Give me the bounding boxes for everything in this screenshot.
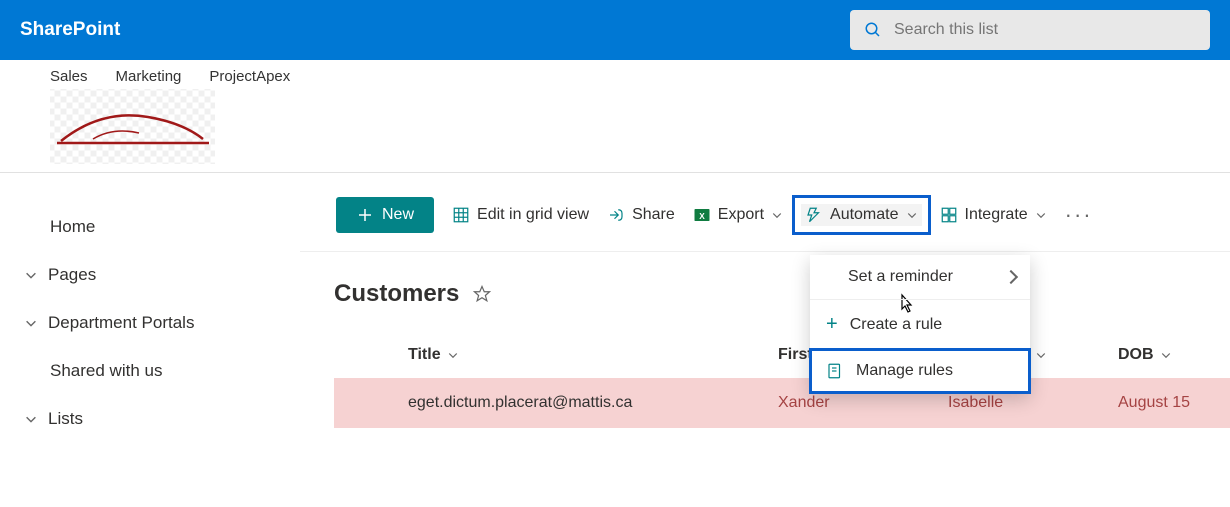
chevron-down-icon bbox=[1035, 209, 1047, 221]
grid-icon bbox=[452, 206, 470, 224]
breadcrumb-projectapex[interactable]: ProjectApex bbox=[209, 68, 290, 85]
search-input[interactable] bbox=[894, 21, 1196, 39]
chevron-down-icon bbox=[906, 209, 918, 221]
integrate-button[interactable]: Integrate bbox=[940, 206, 1047, 224]
page-title-row: Customers bbox=[300, 252, 1230, 338]
sidebar-item-shared-with-us[interactable]: Shared with us bbox=[20, 347, 280, 395]
page-title: Customers bbox=[334, 280, 459, 308]
column-label: Title bbox=[408, 346, 441, 364]
breadcrumb-sales[interactable]: Sales bbox=[50, 68, 88, 85]
suite-header: SharePoint bbox=[0, 0, 1230, 60]
chevron-down-icon bbox=[1160, 349, 1172, 361]
chevron-down-icon bbox=[24, 268, 38, 282]
svg-text:X: X bbox=[699, 212, 705, 221]
brand-logo[interactable]: SharePoint bbox=[20, 19, 120, 41]
plus-icon bbox=[356, 206, 374, 224]
main-pane: New Edit in grid view Share X Export Aut… bbox=[300, 173, 1230, 463]
share-icon bbox=[607, 206, 625, 224]
site-header: Sales Marketing ProjectApex bbox=[0, 60, 1230, 173]
chevron-down-icon bbox=[24, 316, 38, 330]
content-area: Home Pages Department Portals Shared wit… bbox=[0, 173, 1230, 463]
automate-button[interactable]: Automate bbox=[801, 204, 921, 226]
dd-label: Set a reminder bbox=[848, 268, 953, 286]
nav-label: Pages bbox=[48, 265, 96, 285]
chevron-down-icon bbox=[447, 349, 459, 361]
column-label: DOB bbox=[1118, 346, 1154, 364]
new-button[interactable]: New bbox=[336, 197, 434, 233]
edit-grid-button[interactable]: Edit in grid view bbox=[452, 206, 589, 224]
sidebar-item-lists[interactable]: Lists bbox=[20, 395, 280, 443]
nav-label: Shared with us bbox=[50, 361, 162, 381]
integrate-label: Integrate bbox=[965, 206, 1028, 224]
new-label: New bbox=[382, 206, 414, 224]
automate-icon bbox=[805, 206, 823, 224]
cell-title: eget.dictum.placerat@mattis.ca bbox=[408, 394, 778, 412]
column-dob[interactable]: DOB bbox=[1118, 346, 1208, 364]
breadcrumb: Sales Marketing ProjectApex bbox=[50, 68, 1210, 85]
chevron-down-icon bbox=[771, 209, 783, 221]
car-logo-icon bbox=[53, 97, 213, 157]
dd-label: Create a rule bbox=[850, 316, 943, 334]
sidebar-item-home[interactable]: Home bbox=[20, 203, 280, 251]
edit-grid-label: Edit in grid view bbox=[477, 206, 589, 224]
dropdown-create-rule[interactable]: + Create a rule bbox=[810, 299, 1030, 349]
excel-icon: X bbox=[693, 206, 711, 224]
breadcrumb-marketing[interactable]: Marketing bbox=[116, 68, 182, 85]
favorite-star-icon[interactable] bbox=[473, 285, 491, 303]
nav-label: Lists bbox=[48, 409, 83, 429]
search-icon bbox=[864, 21, 882, 39]
automate-dropdown: Set a reminder + Create a rule Manage ru… bbox=[810, 255, 1030, 393]
dropdown-manage-rules[interactable]: Manage rules bbox=[810, 349, 1030, 393]
cell-last-name: Isabelle bbox=[948, 394, 1118, 412]
search-box[interactable] bbox=[850, 10, 1210, 50]
more-actions-button[interactable]: ··· bbox=[1065, 202, 1093, 228]
automate-label: Automate bbox=[830, 206, 898, 224]
cell-dob: August 15 bbox=[1118, 394, 1190, 412]
export-button[interactable]: X Export bbox=[693, 206, 783, 224]
column-headers: Title First Name Last Name DOB bbox=[334, 338, 1230, 378]
dropdown-set-reminder[interactable]: Set a reminder bbox=[810, 255, 1030, 299]
cell-first-name: Xander bbox=[778, 394, 948, 412]
sidebar-nav: Home Pages Department Portals Shared wit… bbox=[0, 173, 300, 463]
command-bar: New Edit in grid view Share X Export Aut… bbox=[300, 173, 1230, 252]
site-logo[interactable] bbox=[50, 89, 215, 164]
column-title[interactable]: Title bbox=[408, 346, 778, 364]
customers-table: Title First Name Last Name DOB eget.dict… bbox=[300, 338, 1230, 428]
sidebar-item-department-portals[interactable]: Department Portals bbox=[20, 299, 280, 347]
nav-label: Home bbox=[50, 217, 95, 237]
nav-label: Department Portals bbox=[48, 313, 194, 333]
sidebar-item-pages[interactable]: Pages bbox=[20, 251, 280, 299]
share-label: Share bbox=[632, 206, 675, 224]
rules-icon bbox=[826, 362, 844, 380]
chevron-down-icon bbox=[24, 412, 38, 426]
integrate-icon bbox=[940, 206, 958, 224]
chevron-down-icon bbox=[1035, 349, 1047, 361]
table-row[interactable]: eget.dictum.placerat@mattis.ca Xander Is… bbox=[334, 378, 1230, 428]
plus-icon: + bbox=[826, 313, 838, 336]
dd-label: Manage rules bbox=[856, 362, 953, 380]
export-label: Export bbox=[718, 206, 764, 224]
share-button[interactable]: Share bbox=[607, 206, 675, 224]
